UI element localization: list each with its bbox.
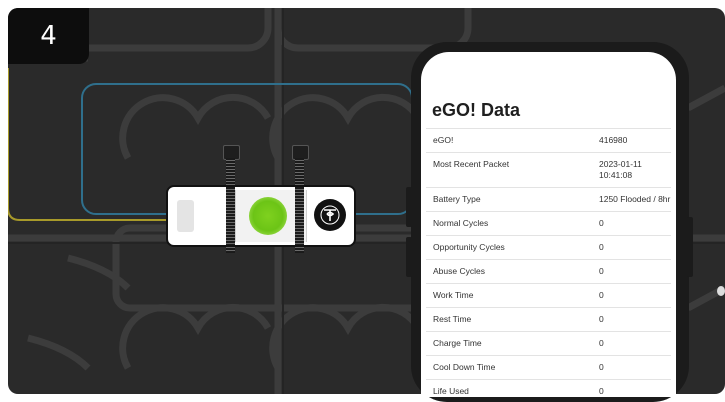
table-row: Normal Cycles 0 (426, 211, 671, 235)
row-value: 0 (599, 290, 604, 300)
row-label: Life Used (433, 386, 469, 396)
page-title: eGO! Data (432, 100, 521, 120)
zip-tie-strap-left-front (226, 187, 235, 245)
green-led-icon (249, 197, 287, 235)
row-label: Battery Type (433, 194, 481, 204)
row-value: 0 (599, 266, 604, 276)
row-value: 2023-01-11 10:41:08 (599, 159, 642, 180)
table-row: Life Used 0 (426, 379, 671, 397)
phone-side-button-left (406, 187, 412, 227)
row-label: eGO! (433, 135, 454, 145)
edge-knob (717, 286, 725, 296)
row-value: 0 (599, 362, 604, 372)
zip-tie-strap-right-front (295, 187, 304, 245)
data-table: eGO! 416980 Most Recent Packet 2023-01-11 … (426, 128, 671, 397)
row-label: Normal Cycles (433, 218, 489, 228)
step-number-badge: 4 (8, 8, 89, 64)
table-row: Abuse Cycles 0 (426, 259, 671, 283)
table-row: Rest Time 0 (426, 307, 671, 331)
table-row: Charge Time 0 (426, 331, 671, 355)
row-label: Most Recent Packet (433, 159, 510, 169)
row-value: 0 (599, 338, 604, 348)
row-value: 0 (599, 242, 604, 252)
row-value: 0 (599, 386, 604, 396)
phone-screen: eGO! Data eGO! 416980 Most Recent Packet 2… (421, 52, 676, 397)
row-label: Work Time (433, 290, 474, 300)
table-row: Battery Type 1250 Flooded / 8hr (426, 187, 671, 211)
table-row: Work Time 0 (426, 283, 671, 307)
row-label: Abuse Cycles (433, 266, 485, 276)
row-value: 0 (599, 218, 604, 228)
battery-monitor-device (166, 185, 356, 247)
row-label: Cool Down Time (433, 362, 496, 372)
philadelphia-scientific-logo-icon (314, 199, 346, 231)
device-port (177, 200, 194, 232)
row-label: Opportunity Cycles (433, 242, 505, 252)
row-value: 416980 (599, 135, 628, 145)
table-row: Opportunity Cycles 0 (426, 235, 671, 259)
table-row: Cool Down Time 0 (426, 355, 671, 379)
phone-side-button-left-2 (406, 237, 412, 277)
phone-side-button-right (687, 217, 693, 277)
table-row: Most Recent Packet 2023-01-11 10:41:08 (426, 152, 671, 187)
row-value: 0 (599, 314, 604, 324)
row-label: Rest Time (433, 314, 472, 324)
row-label: Charge Time (433, 338, 482, 348)
row-value: 1250 Flooded / 8hr (599, 194, 671, 204)
table-row: eGO! 416980 (426, 128, 671, 152)
